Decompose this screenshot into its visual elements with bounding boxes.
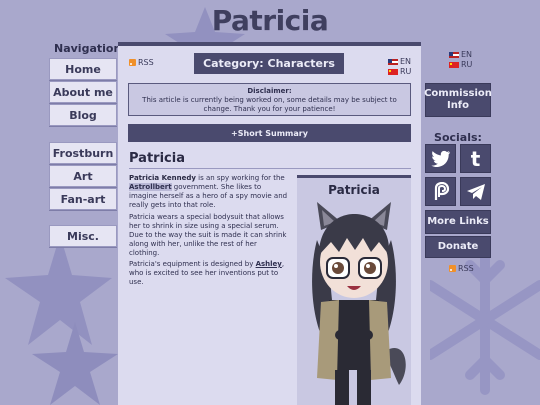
disclaimer-box: Disclaimer: This article is currently be… xyxy=(128,83,411,116)
ashley-link[interactable]: Ashley xyxy=(256,260,282,268)
character-portrait xyxy=(299,200,409,405)
main-panel: RSS Category: Characters EN RU Disclaime… xyxy=(118,42,421,405)
lang-ru-label: RU xyxy=(461,60,473,69)
article-paragraph-3: Patricia's equipment is designed by Ashl… xyxy=(129,260,289,287)
article-paragraph-1: Patricia Kennedy is an spy working for t… xyxy=(129,174,289,210)
short-summary-button[interactable]: +Short Summary xyxy=(128,124,411,142)
uk-flag-icon xyxy=(388,59,398,65)
nav-frostburn-button[interactable]: Frostburn xyxy=(49,142,117,164)
telegram-icon xyxy=(466,183,485,200)
site-title: Patricia xyxy=(211,4,329,37)
paragraph-text: is an spy working for the xyxy=(195,174,285,182)
twitter-button[interactable] xyxy=(425,144,456,173)
uk-flag-icon xyxy=(449,52,459,58)
commission-info-button[interactable]: Commission Info xyxy=(424,83,492,117)
category-badge[interactable]: Category: Characters xyxy=(194,53,344,74)
lang-en-link[interactable]: EN xyxy=(449,50,472,60)
org-highlight: Astrollbert xyxy=(129,183,172,191)
nav-art-button[interactable]: Art xyxy=(49,165,117,187)
nav-heading: Navigation: xyxy=(54,42,126,55)
socials-heading: Socials: xyxy=(434,131,482,144)
tumblr-button[interactable]: t xyxy=(460,144,491,173)
nav-home-button[interactable]: Home xyxy=(49,58,117,80)
rss-label: RSS xyxy=(138,58,154,67)
pillowfort-button[interactable] xyxy=(425,177,456,206)
language-switcher-right: EN RU xyxy=(449,50,472,70)
lang-ru-label: RU xyxy=(400,67,412,76)
tumblr-icon: t xyxy=(470,146,481,171)
rss-link[interactable]: RSS xyxy=(129,58,154,67)
donate-button[interactable]: Donate xyxy=(425,236,491,258)
lang-ru-link[interactable]: RU xyxy=(449,60,472,70)
background-star-icon xyxy=(30,320,120,405)
character-infobox: Patricia xyxy=(297,175,411,405)
infobox-title: Patricia xyxy=(328,183,380,197)
nav-misc-button[interactable]: Misc. xyxy=(49,225,117,247)
ussr-flag-icon xyxy=(388,69,398,75)
article-title: Patricia xyxy=(129,151,185,166)
ussr-flag-icon xyxy=(449,62,459,68)
rss-label: RSS xyxy=(458,264,474,273)
nav-blog-button[interactable]: Blog xyxy=(49,104,117,126)
twitter-icon xyxy=(430,150,450,167)
disclaimer-title: Disclaimer: xyxy=(247,87,292,95)
nav-fanart-button[interactable]: Fan-art xyxy=(49,188,117,210)
rss-icon xyxy=(129,59,136,66)
more-links-button[interactable]: More Links xyxy=(425,210,491,234)
character-name: Patricia Kennedy xyxy=(129,174,196,182)
paragraph-text: Patricia's equipment is designed by xyxy=(129,260,256,268)
nav-about-button[interactable]: About me xyxy=(49,81,117,103)
article-paragraph-2: Patricia wears a special bodysuit that a… xyxy=(129,213,287,257)
lang-en-label: EN xyxy=(461,50,473,59)
article-divider xyxy=(129,168,411,169)
rss-link[interactable]: RSS xyxy=(449,264,474,273)
lang-en-label: EN xyxy=(400,57,412,66)
telegram-button[interactable] xyxy=(460,177,491,206)
rss-icon xyxy=(449,265,456,272)
lang-ru-link[interactable]: RU xyxy=(388,67,411,77)
disclaimer-text: This article is currently being worked o… xyxy=(142,96,397,113)
lang-en-link[interactable]: EN xyxy=(388,57,411,67)
pillowfort-icon xyxy=(434,181,449,200)
language-switcher: EN RU xyxy=(388,57,411,77)
